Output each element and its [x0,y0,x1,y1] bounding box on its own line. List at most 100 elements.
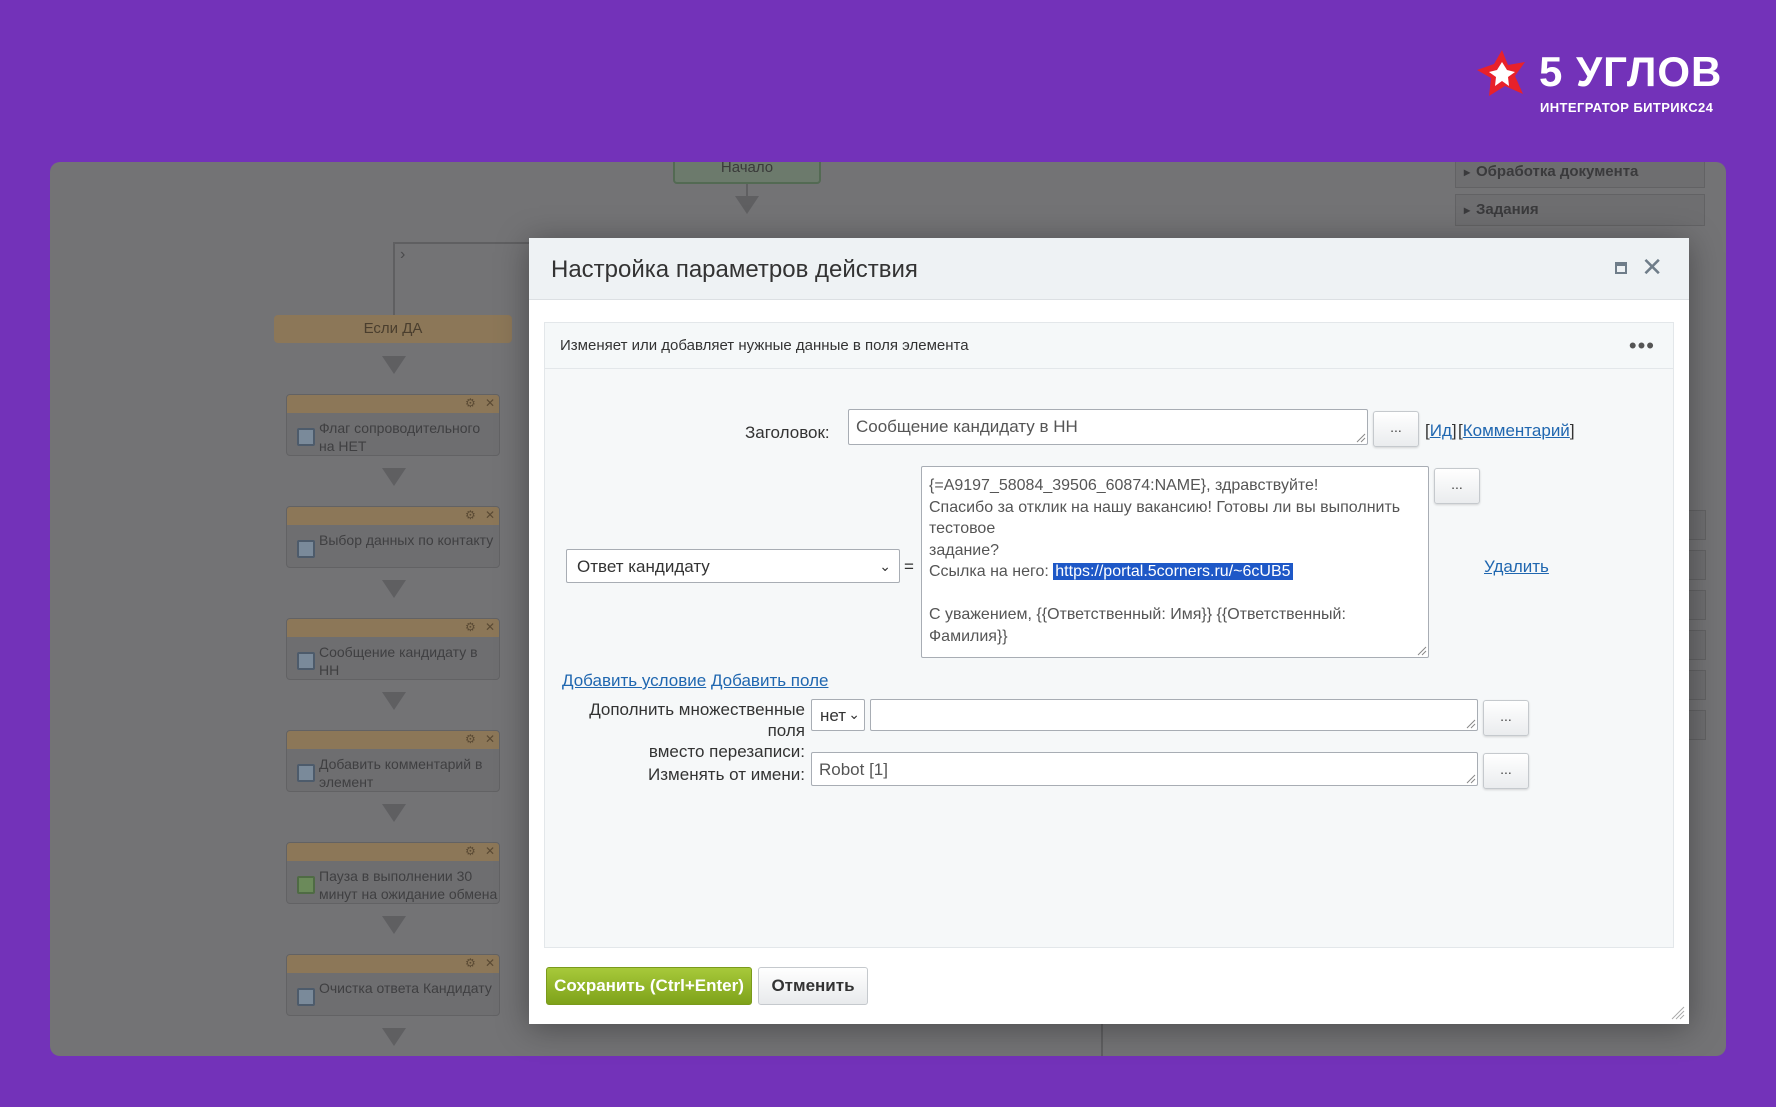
resize-handle-icon[interactable] [1466,719,1476,729]
selected-link-text[interactable]: https://portal.5corners.ru/~6cUB5 [1053,563,1293,580]
modify-by-input[interactable]: Robot [1] [811,752,1478,786]
dialog-header: Настройка параметров действия ✕ [529,238,1689,300]
comment-link-wrap: [Комментарий] [1458,421,1575,440]
close-icon[interactable]: ✕ [485,620,495,634]
document-icon [297,764,315,782]
close-icon[interactable]: ✕ [485,732,495,746]
message-link-prefix: Ссылка на него: [929,563,1054,580]
add-links: Добавить условие Добавить поле [562,671,828,691]
title-insert-button[interactable]: ... [1373,411,1419,447]
arrow-down-icon [382,804,406,822]
block-label: Флаг сопроводительного на НЕТ [319,420,481,454]
panel-item-tasks[interactable]: Задания [1455,194,1705,226]
save-button[interactable]: Сохранить (Ctrl+Enter) [546,967,752,1005]
arrow-down-icon [382,1028,406,1046]
pause-icon [297,876,315,894]
workflow-block[interactable]: ⚙ ✕ Очистка ответа Кандидату [286,954,500,1016]
append-select[interactable]: нет ⌄ [811,699,865,731]
star-logo-icon [1477,50,1525,96]
workflow-block[interactable]: ⚙ ✕ Флаг сопроводительного на НЕТ [286,394,500,456]
id-link[interactable]: Ид [1430,421,1452,440]
append-multiple-label: Дополнить множественные поля вместо пере… [565,699,805,762]
gear-icon[interactable]: ⚙ [465,620,476,634]
message-line [929,583,1421,605]
block-label: Добавить комментарий в элемент [319,756,483,790]
modify-by-label: Изменять от имени: [648,765,805,784]
add-condition-link[interactable]: Добавить условие [562,671,706,690]
modify-by-insert-button[interactable]: ... [1483,753,1529,789]
resize-handle-icon[interactable] [1356,433,1366,443]
maximize-icon[interactable] [1615,262,1627,274]
message-line: Спасибо за отклик на нашу вакансию! Гото… [929,498,1401,538]
gear-icon[interactable]: ⚙ [465,956,476,970]
id-link-wrap: [Ид] [1425,421,1457,440]
connector [393,242,395,318]
add-field-link[interactable]: Добавить поле [711,671,829,690]
more-icon[interactable]: ••• [1629,333,1655,359]
brand-subtitle: ИНТЕГРАТОР БИТРИКС24 [1540,100,1714,115]
brand-title: 5 УГЛОВ [1539,48,1723,95]
message-line: Ссылка на него: https://portal.5corners.… [929,561,1421,583]
gear-icon[interactable]: ⚙ [465,396,476,410]
arrow-down-icon [382,916,406,934]
field-select[interactable]: Ответ кандидату ⌄ [566,549,900,583]
value-insert-button[interactable]: ... [1434,468,1480,504]
close-icon[interactable]: ✕ [485,396,495,410]
gear-icon[interactable]: ⚙ [465,508,476,522]
gear-icon[interactable]: ⚙ [465,732,476,746]
field-select-value: Ответ кандидату [577,557,710,576]
title-input[interactable]: Сообщение кандидату в НН [848,409,1368,445]
title-field-label: Заголовок: [745,423,830,442]
arrow-down-icon [382,468,406,486]
cancel-button[interactable]: Отменить [758,967,868,1005]
append-label-line: Дополнить множественные поля [589,700,805,740]
workflow-block[interactable]: ⚙ ✕ Сообщение кандидату в НН [286,618,500,680]
gear-icon[interactable]: ⚙ [465,844,476,858]
comment-link[interactable]: Комментарий [1463,421,1570,440]
edit-icon [297,652,315,670]
block-label: Выбор данных по контакту [319,532,494,548]
append-input[interactable] [870,699,1478,731]
arrow-down-icon [382,580,406,598]
workflow-block[interactable]: ⚙ ✕ Добавить комментарий в элемент [286,730,500,792]
workflow-block[interactable]: ⚙ ✕ Выбор данных по контакту [286,506,500,568]
resize-handle-icon[interactable] [1417,646,1427,656]
panel-item-document-processing[interactable]: Обработка документа [1455,162,1705,188]
description-bar: Изменяет или добавляет нужные данные в п… [545,323,1673,369]
modify-by-value: Robot [1] [819,760,888,779]
block-label: Пауза в выполнении 30 минут на ожидание … [319,868,498,902]
chevron-down-icon: ⌄ [848,706,860,722]
close-icon[interactable]: ✕ [485,956,495,970]
block-label: Сообщение кандидату в НН [319,644,478,678]
arrow-down-icon [382,356,406,374]
edit-icon [297,428,315,446]
block-label: Очистка ответа Кандидату [319,980,492,996]
delete-link-wrap: Удалить [1484,557,1549,577]
close-icon[interactable]: ✕ [485,844,495,858]
workflow-block[interactable]: ⚙ ✕ Пауза в выполнении 30 минут на ожидан… [286,842,500,904]
document-icon [297,540,315,558]
edit-icon [297,988,315,1006]
close-icon[interactable]: ✕ [485,508,495,522]
field-value-textarea[interactable]: {=A9197_58084_39506_60874:NAME}, здравст… [921,466,1429,658]
append-label-line: вместо перезаписи: [648,742,805,761]
append-insert-button[interactable]: ... [1483,700,1529,736]
panel-item-label: Обработка документа [1476,163,1639,180]
message-line: задание? [929,541,1000,559]
title-input-value: Сообщение кандидату в НН [856,417,1078,436]
dialog-title: Настройка параметров действия [551,256,918,283]
start-block[interactable]: Начало [673,162,821,184]
resize-handle-icon[interactable] [1466,774,1476,784]
arrow-down-icon [735,196,759,214]
chevron-right-icon: › [400,246,406,263]
brand-logo: 5 УГЛОВ ИНТЕГРАТОР БИТРИКС24 [1477,48,1727,118]
if-yes-branch[interactable]: Если ДА [274,315,512,343]
action-settings-dialog: Настройка параметров действия ✕ Изменяет… [529,238,1689,1024]
close-icon[interactable]: ✕ [1641,254,1663,280]
delete-link[interactable]: Удалить [1484,557,1549,576]
action-description: Изменяет или добавляет нужные данные в п… [560,337,969,354]
panel-item-label: Задания [1476,201,1539,218]
equals-sign: = [904,557,914,576]
arrow-down-icon [382,692,406,710]
dialog-resize-grip-icon[interactable] [1671,1006,1685,1020]
